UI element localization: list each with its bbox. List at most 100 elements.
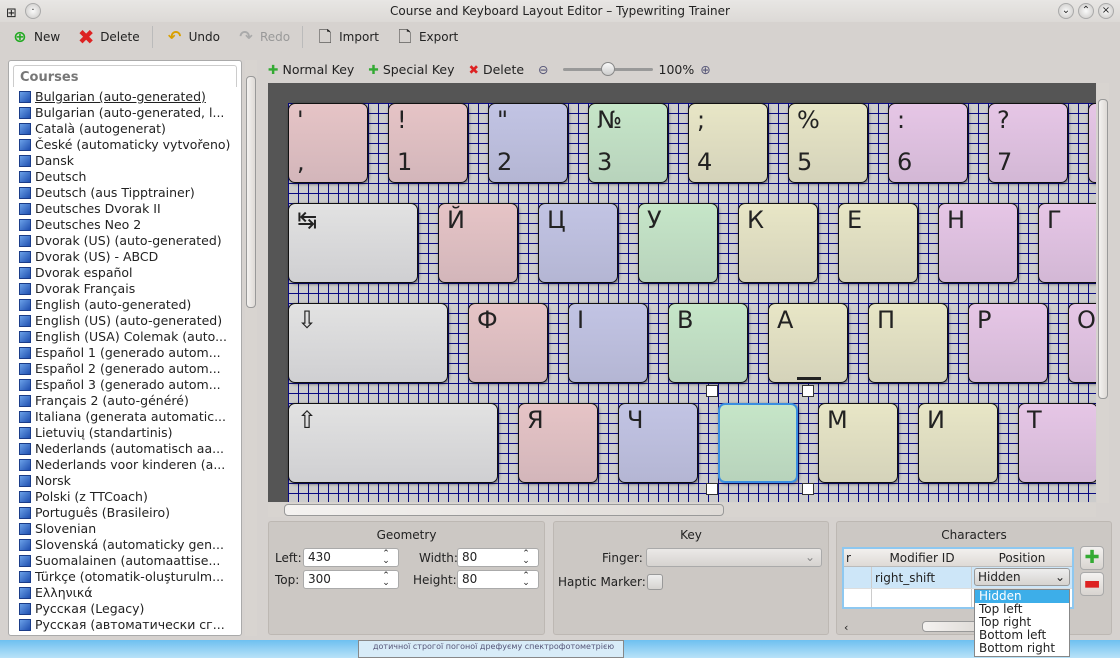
course-item[interactable]: Deutsch (aus Tipptrainer) — [9, 185, 241, 201]
export-button[interactable]: 🗋 Export — [389, 24, 464, 50]
course-item[interactable]: Bulgarian (auto-generated, l... — [9, 105, 241, 121]
key[interactable]: Ц — [538, 203, 618, 283]
course-item[interactable]: English (USA) Colemak (auto... — [9, 329, 241, 345]
add-special-key-button[interactable]: ✚ Special Key — [368, 62, 454, 77]
course-item[interactable]: Dvorak Français — [9, 281, 241, 297]
app-menu-icon[interactable]: ⊞ — [6, 3, 17, 25]
resize-handle[interactable] — [706, 385, 718, 397]
course-item[interactable]: Dvorak (US) (auto-generated) — [9, 233, 241, 249]
course-item[interactable]: Lietuvių (standartinis) — [9, 425, 241, 441]
course-item[interactable]: Ελληνικά — [9, 585, 241, 601]
key[interactable] — [718, 403, 798, 483]
position-combobox[interactable]: Hidden ⌄ — [974, 568, 1070, 586]
key[interactable]: Р — [968, 303, 1048, 383]
key[interactable]: *8 — [1088, 103, 1096, 183]
course-item[interactable]: Norsk — [9, 473, 241, 489]
zoom-out-icon[interactable]: ⊖ — [538, 62, 548, 77]
course-item[interactable]: Dansk — [9, 153, 241, 169]
key[interactable]: Н — [938, 203, 1018, 283]
course-item[interactable]: Slovenian — [9, 521, 241, 537]
key[interactable]: " 2 — [488, 103, 568, 183]
add-character-button[interactable]: ✚ — [1080, 546, 1104, 570]
new-button[interactable]: ⊕ New — [4, 24, 66, 50]
course-item[interactable]: Suomalainen (automaattise... — [9, 553, 241, 569]
key[interactable]: Ч — [618, 403, 698, 483]
key[interactable]: % 5 — [788, 103, 868, 183]
resize-handle[interactable] — [802, 385, 814, 397]
course-item[interactable]: Nederlands (automatisch aa... — [9, 441, 241, 457]
key[interactable]: І — [568, 303, 648, 383]
key[interactable]: Е — [838, 203, 918, 283]
zoom-in-icon[interactable]: ⊕ — [700, 62, 710, 77]
course-item[interactable]: English (US) (auto-generated) — [9, 313, 241, 329]
keyboard-layout-canvas[interactable]: ',!1"2№3;4%5:6?7*8↹ЙЦУКЕНГ⇩ФІВАПРО⇧ЯЧМИТ — [268, 83, 1096, 502]
key[interactable]: В — [668, 303, 748, 383]
course-item[interactable]: Deutsches Neo 2 — [9, 217, 241, 233]
key[interactable]: ; 4 — [688, 103, 768, 183]
delete-button[interactable]: ✖ Delete — [70, 24, 145, 50]
course-item[interactable]: Deutsch — [9, 169, 241, 185]
redo-button[interactable]: ↷ Redo — [230, 24, 296, 50]
key[interactable]: ! 1 — [388, 103, 468, 183]
key[interactable]: И — [918, 403, 998, 483]
key[interactable]: М — [818, 403, 898, 483]
close-button[interactable]: × — [1098, 3, 1114, 19]
canvas-vscrollbar[interactable] — [1097, 83, 1109, 503]
key[interactable]: :6 — [888, 103, 968, 183]
minimize-button[interactable]: ⌄ — [1058, 3, 1074, 19]
canvas-hscrollbar[interactable] — [268, 503, 1096, 517]
haptic-marker-checkbox[interactable] — [647, 574, 663, 590]
width-spinbox[interactable]: 80 — [457, 548, 539, 567]
course-item[interactable]: Español 2 (generado autom... — [9, 361, 241, 377]
course-item[interactable]: Polski (z TTCoach) — [9, 489, 241, 505]
left-spinbox[interactable]: 430 — [303, 548, 399, 567]
course-item[interactable]: Bulgarian (auto-generated) — [9, 89, 241, 105]
key[interactable]: Г — [1038, 203, 1096, 283]
key[interactable]: ⇩ — [288, 303, 448, 383]
key[interactable]: № 3 — [588, 103, 668, 183]
course-item[interactable]: České (automaticky vytvořeno) — [9, 137, 241, 153]
course-item[interactable]: Русская (Legacy) — [9, 601, 241, 617]
key[interactable]: П — [868, 303, 948, 383]
height-spinbox[interactable]: 80 — [457, 570, 539, 589]
key[interactable]: К — [738, 203, 818, 283]
undo-button[interactable]: ↶ Undo — [159, 24, 226, 50]
top-spinbox[interactable]: 300 — [303, 570, 399, 589]
course-item[interactable]: Français 2 (auto-généré) — [9, 393, 241, 409]
course-item[interactable]: Português (Brasileiro) — [9, 505, 241, 521]
column-header[interactable]: Position — [972, 549, 1072, 566]
zoom-slider[interactable] — [562, 62, 653, 76]
course-item[interactable]: Nederlands voor kinderen (a... — [9, 457, 241, 473]
key[interactable]: ↹ — [288, 203, 418, 283]
key[interactable]: Т — [1018, 403, 1096, 483]
remove-character-button[interactable]: ▬ — [1080, 572, 1104, 596]
key[interactable]: У — [638, 203, 718, 283]
course-item[interactable]: Slovenská (automaticky gen... — [9, 537, 241, 553]
maximize-button[interactable]: ⌃ — [1078, 3, 1094, 19]
finger-combobox[interactable]: ⌄ — [646, 548, 822, 567]
key[interactable]: Й — [438, 203, 518, 283]
key[interactable]: Ф — [468, 303, 548, 383]
key[interactable]: ', — [288, 103, 368, 183]
course-item[interactable]: Español 1 (generado autom... — [9, 345, 241, 361]
course-item[interactable]: Dvorak (US) - ABCD — [9, 249, 241, 265]
position-dropdown[interactable]: Hidden Top left Top right Bottom left Bottom… — [974, 589, 1070, 657]
key[interactable]: ? 7 — [988, 103, 1068, 183]
column-header[interactable]: Modifier ID — [872, 549, 972, 566]
course-item[interactable]: Русская (автоматически сг... — [9, 617, 241, 633]
course-item[interactable]: Türkçe (otomatik-oluşturulm... — [9, 569, 241, 585]
key[interactable]: А — [768, 303, 848, 383]
delete-key-button[interactable]: ✖ Delete — [469, 62, 525, 77]
course-item[interactable]: English (auto-generated) — [9, 297, 241, 313]
key[interactable]: Я — [518, 403, 598, 483]
course-item[interactable]: Italiana (generata automatic... — [9, 409, 241, 425]
courses-list[interactable]: Courses Bulgarian (auto-generated) Bulgar… — [8, 60, 242, 636]
import-button[interactable]: 🗋 Import — [309, 24, 385, 50]
course-item[interactable]: Español 3 (generado autom... — [9, 377, 241, 393]
courses-scrollbar[interactable] — [245, 60, 257, 636]
course-item[interactable]: Català (autogenerat) — [9, 121, 241, 137]
dropdown-option[interactable]: Bottom right — [975, 642, 1069, 655]
key[interactable]: О — [1068, 303, 1096, 383]
column-header[interactable]: r — [844, 549, 872, 566]
course-item[interactable]: Dvorak español — [9, 265, 241, 281]
